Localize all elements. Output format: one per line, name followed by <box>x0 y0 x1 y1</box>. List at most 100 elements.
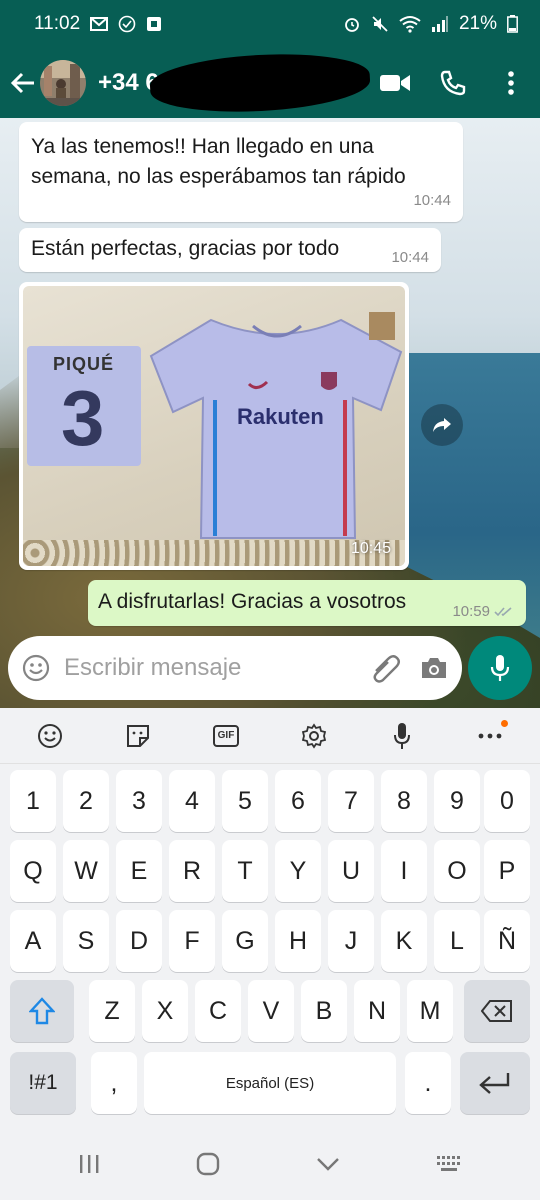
status-time: 11:02 <box>34 13 81 34</box>
key-g[interactable]: G <box>222 910 268 972</box>
key-0[interactable]: 0 <box>484 770 530 832</box>
shift-icon <box>29 997 55 1025</box>
key-a[interactable]: A <box>10 910 56 972</box>
sticker-button[interactable] <box>108 708 168 764</box>
key-v[interactable]: V <box>248 980 294 1042</box>
key-k[interactable]: K <box>381 910 427 972</box>
keyboard: GIF 1 2 3 4 5 6 7 8 9 0 Q W E R T Y U I … <box>0 708 540 1200</box>
key-s[interactable]: S <box>63 910 109 972</box>
voice-record-button[interactable] <box>468 636 532 700</box>
contact-name[interactable]: +34 6 <box>98 49 372 117</box>
keyboard-more-button[interactable] <box>460 708 520 764</box>
key-r[interactable]: R <box>169 840 215 902</box>
key-9[interactable]: 9 <box>434 770 480 832</box>
camera-icon[interactable] <box>420 656 448 680</box>
key-x[interactable]: X <box>142 980 188 1042</box>
key-e[interactable]: E <box>116 840 162 902</box>
key-n[interactable]: N <box>354 980 400 1042</box>
gear-icon <box>301 722 327 749</box>
back-button[interactable] <box>2 48 44 118</box>
key-i[interactable]: I <box>381 840 427 902</box>
enter-icon <box>479 1073 510 1094</box>
key-z[interactable]: Z <box>89 980 135 1042</box>
settings-button[interactable] <box>284 708 344 764</box>
message-outgoing[interactable]: A disfrutarlas! Gracias a vosotros 10:59 <box>88 580 526 626</box>
composer-row: Escribir mensaje <box>0 630 540 708</box>
key-p[interactable]: P <box>484 840 530 902</box>
key-b[interactable]: B <box>301 980 347 1042</box>
key-h[interactable]: H <box>275 910 321 972</box>
message-incoming[interactable]: Están perfectas, gracias por todo 10:44 <box>19 228 441 272</box>
emoji-icon[interactable] <box>22 654 50 682</box>
battery-icon <box>507 15 518 33</box>
key-w[interactable]: W <box>63 840 109 902</box>
mic-icon <box>490 655 510 681</box>
message-text: Ya las tenemos!! Han llegado en una sema… <box>31 135 406 188</box>
key-8[interactable]: 8 <box>381 770 427 832</box>
chat-area[interactable]: Ya las tenemos!! Han llegado en una sema… <box>0 118 540 708</box>
message-time: 10:59 <box>452 603 490 620</box>
key-c[interactable]: C <box>195 980 241 1042</box>
recent-apps-button[interactable] <box>78 1154 100 1179</box>
voice-input-button[interactable] <box>372 708 432 764</box>
key-u[interactable]: U <box>328 840 374 902</box>
period-key[interactable]: . <box>405 1052 451 1114</box>
key-5[interactable]: 5 <box>222 770 268 832</box>
emoji-icon <box>38 723 62 748</box>
avatar[interactable] <box>40 60 86 106</box>
system-nav-bar <box>0 1132 540 1200</box>
space-key[interactable]: Español (ES) <box>144 1052 396 1114</box>
key-f[interactable]: F <box>169 910 215 972</box>
key-d[interactable]: D <box>116 910 162 972</box>
more-vert-icon <box>508 71 514 95</box>
home-button[interactable] <box>196 1152 220 1181</box>
key-4[interactable]: 4 <box>169 770 215 832</box>
message-image[interactable]: PIQUÉ 3 Rakuten 10:45 <box>19 282 409 570</box>
keyboard-toolbar: GIF <box>0 708 540 764</box>
message-text: Están perfectas, gracias por todo <box>31 237 340 260</box>
voice-call-button[interactable] <box>424 48 482 118</box>
alarm-icon <box>345 18 359 32</box>
image-attachment[interactable]: PIQUÉ 3 Rakuten 10:45 <box>23 286 405 566</box>
key-m[interactable]: M <box>407 980 453 1042</box>
chevron-down-icon <box>317 1157 339 1171</box>
message-time: 10:45 <box>350 540 391 557</box>
video-call-button[interactable] <box>366 48 424 118</box>
key-3[interactable]: 3 <box>116 770 162 832</box>
keyboard-switch-button[interactable] <box>436 1155 462 1178</box>
recents-icon <box>80 1154 99 1173</box>
key-j[interactable]: J <box>328 910 374 972</box>
shift-key[interactable] <box>10 980 74 1042</box>
message-incoming[interactable]: Ya las tenemos!! Han llegado en una sema… <box>19 122 463 222</box>
shirt-name: PIQUÉ <box>53 354 115 374</box>
key-1[interactable]: 1 <box>10 770 56 832</box>
key-2[interactable]: 2 <box>63 770 109 832</box>
hide-keyboard-button[interactable] <box>316 1157 340 1176</box>
key-7[interactable]: 7 <box>328 770 374 832</box>
key-o[interactable]: O <box>434 840 480 902</box>
more-options-button[interactable] <box>482 48 540 118</box>
message-time: 10:44 <box>413 192 451 209</box>
key-enye[interactable]: Ñ <box>484 910 530 972</box>
key-q[interactable]: Q <box>10 840 56 902</box>
message-time: 10:44 <box>391 249 429 266</box>
backspace-icon <box>481 1000 512 1022</box>
key-6[interactable]: 6 <box>275 770 321 832</box>
symbols-key[interactable]: !#1 <box>10 1052 76 1114</box>
key-l[interactable]: L <box>434 910 480 972</box>
message-placeholder: Escribir mensaje <box>64 654 242 681</box>
backspace-key[interactable] <box>464 980 530 1042</box>
emoji-button[interactable] <box>20 708 80 764</box>
enter-key[interactable] <box>460 1052 530 1114</box>
message-input[interactable]: Escribir mensaje <box>8 636 462 700</box>
home-icon <box>196 1152 220 1175</box>
status-bar: 11:02 21% <box>0 0 540 48</box>
gif-label: GIF <box>217 730 235 741</box>
key-t[interactable]: T <box>222 840 268 902</box>
comma-key[interactable]: , <box>91 1052 137 1114</box>
attach-icon[interactable] <box>368 653 402 683</box>
video-call-icon <box>380 75 410 91</box>
forward-button[interactable] <box>421 404 463 446</box>
gif-button[interactable]: GIF <box>196 708 256 764</box>
key-y[interactable]: Y <box>275 840 321 902</box>
